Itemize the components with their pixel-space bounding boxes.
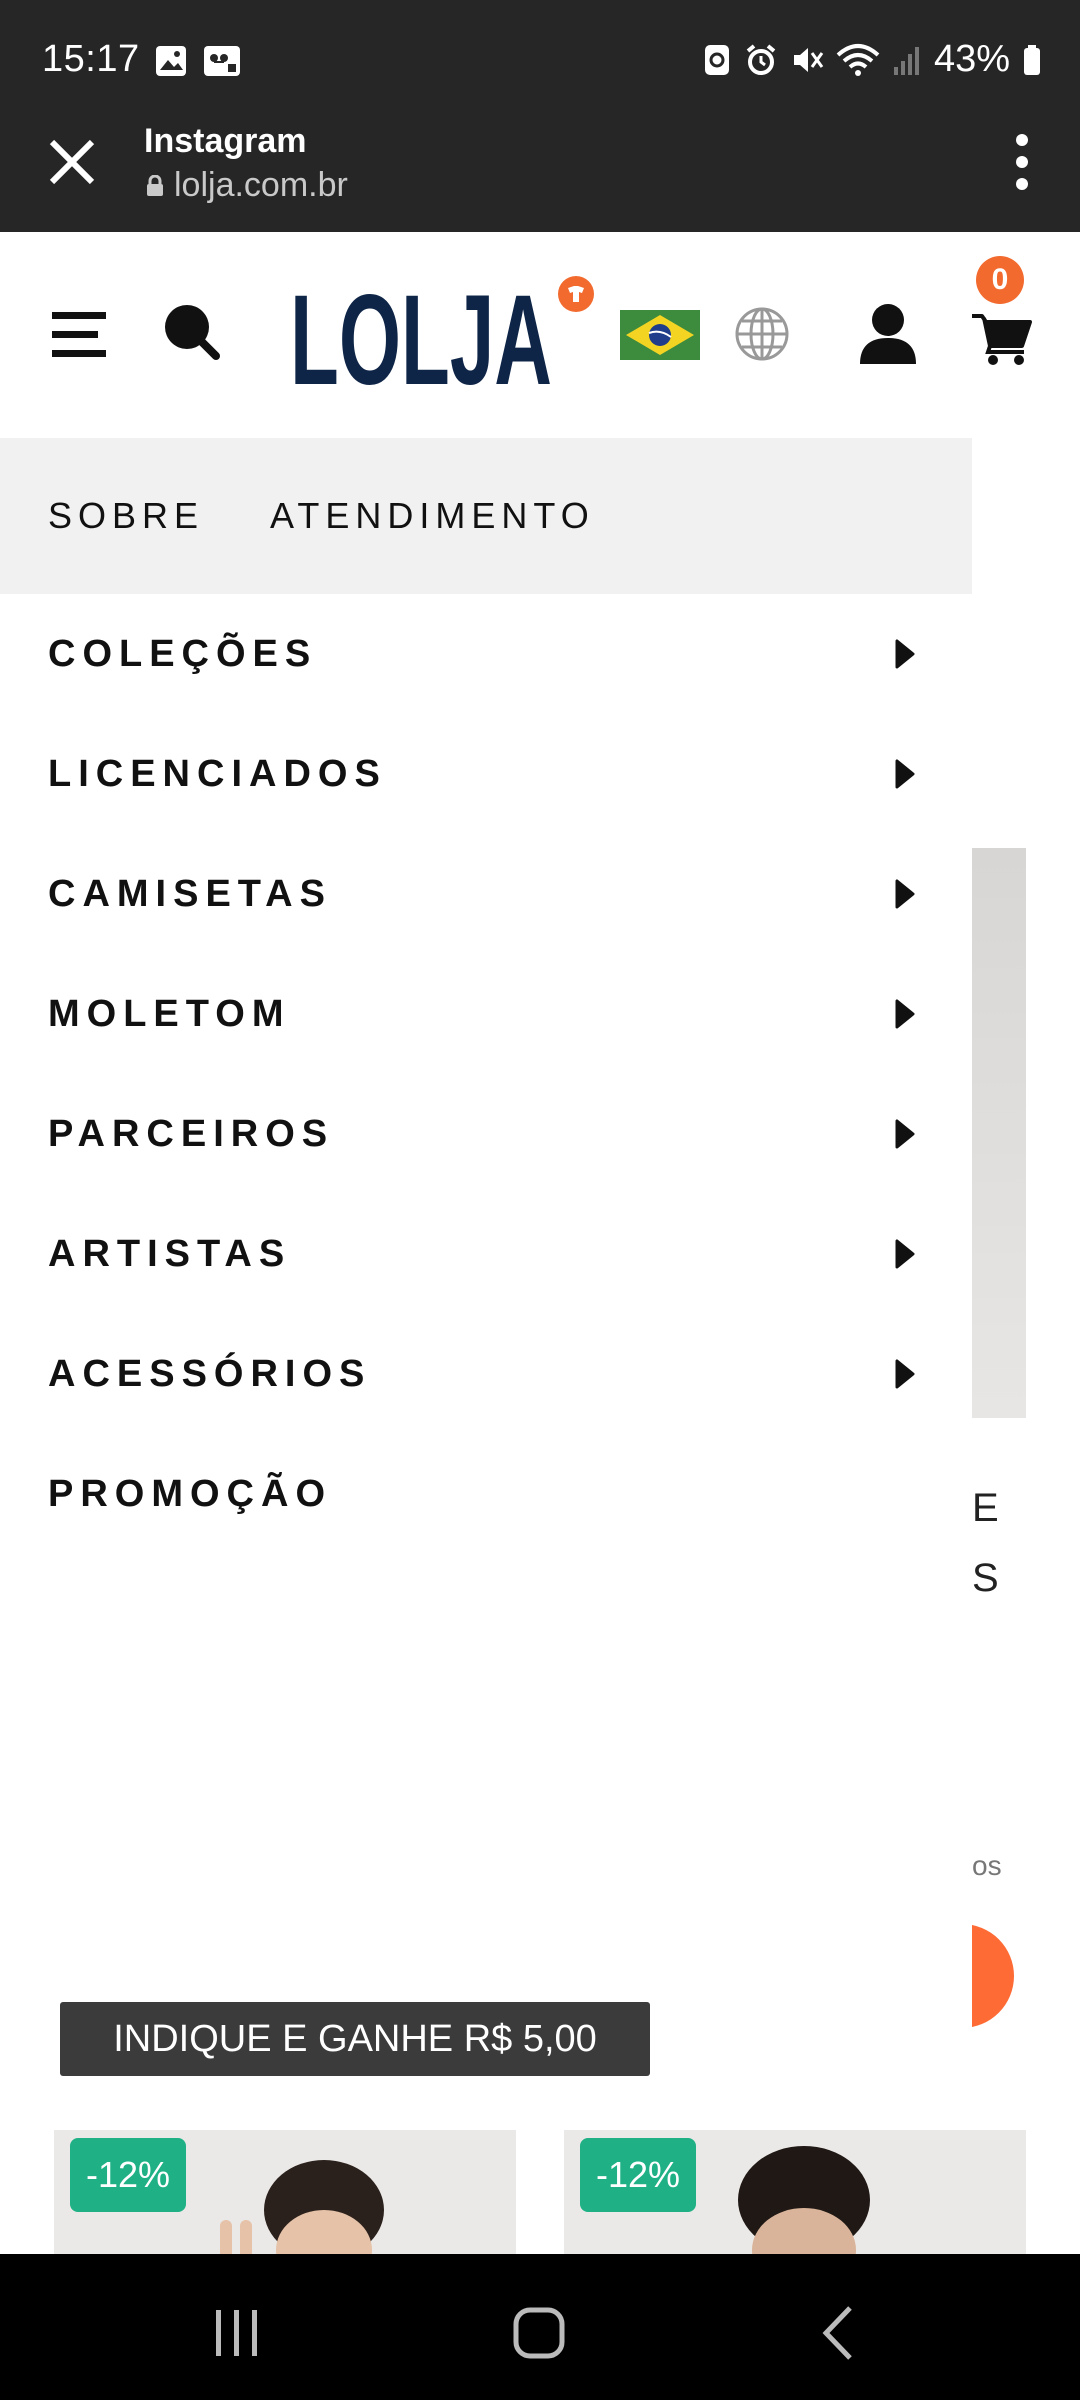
drawer-top-links: SOBRE ATENDIMENTO [0, 438, 972, 594]
menu-item-label: CAMISETAS [48, 872, 332, 915]
discount-badge: -12% [580, 2138, 696, 2212]
menu-item-parceiros[interactable]: PARCEIROS [0, 1074, 972, 1194]
more-options-icon[interactable] [992, 128, 1052, 198]
menu-item-colecoes[interactable]: COLEÇÕES [0, 594, 972, 714]
caret-right-icon[interactable] [894, 639, 916, 669]
url-text: lolja.com.br [174, 166, 348, 204]
caret-right-icon[interactable] [894, 879, 916, 909]
site-header: LOLJA 0 [0, 232, 1080, 438]
background-text-fragment: S [972, 1556, 999, 1600]
language-globe-icon[interactable] [734, 306, 790, 362]
category-menu: COLEÇÕES LICENCIADOS CAMISETAS MOLETOM P… [0, 594, 972, 1554]
menu-item-promocao[interactable]: PROMOÇÃO [0, 1434, 972, 1554]
battery-percent: 43% [933, 38, 1010, 80]
cart-icon[interactable] [972, 310, 1032, 366]
product-grid: -12% -12% [0, 2130, 1080, 2254]
mute-icon [793, 47, 824, 72]
background-text-fragment: os [972, 1850, 1002, 1881]
menu-item-artistas[interactable]: ARTISTAS [0, 1194, 972, 1314]
menu-item-label: PARCEIROS [48, 1112, 335, 1155]
battery-icon [1024, 44, 1040, 75]
background-product-image [972, 848, 1026, 1418]
status-bar: 15:17 43% [0, 0, 1080, 122]
link-atendimento[interactable]: ATENDIMENTO [270, 495, 595, 537]
product-card[interactable]: -12% [564, 2130, 1026, 2254]
logo-text: LOLJA [290, 272, 552, 402]
menu-item-label: COLEÇÕES [48, 632, 318, 675]
browser-url[interactable]: lolja.com.br [146, 166, 348, 205]
caret-right-icon[interactable] [894, 999, 916, 1029]
alarm-icon [746, 43, 776, 75]
cart-count-badge: 0 [976, 256, 1024, 304]
caret-right-icon[interactable] [894, 1119, 916, 1149]
brazil-flag-icon[interactable] [620, 310, 700, 360]
system-nav-bar [0, 2254, 1080, 2400]
background-page: E S os [934, 438, 1080, 2254]
wifi-icon [836, 43, 880, 76]
brand-logo[interactable]: LOLJA [290, 269, 600, 412]
search-icon[interactable] [162, 302, 220, 360]
logo-graphic: LOLJA [290, 269, 594, 412]
menu-item-label: ARTISTAS [48, 1232, 292, 1275]
menu-item-acessorios[interactable]: ACESSÓRIOS [0, 1314, 972, 1434]
voicemail-icon [204, 46, 240, 76]
home-icon[interactable] [504, 2298, 574, 2368]
product-card[interactable]: -12% [54, 2130, 516, 2254]
menu-item-label: PROMOÇÃO [48, 1472, 332, 1515]
menu-item-licenciados[interactable]: LICENCIADOS [0, 714, 972, 834]
link-sobre[interactable]: SOBRE [48, 495, 204, 537]
menu-icon[interactable] [52, 310, 106, 360]
lock-icon [147, 174, 163, 196]
nfc-icon [704, 44, 729, 75]
gallery-icon [156, 46, 186, 76]
referral-banner[interactable]: INDIQUE E GANHE R$ 5,00 [60, 2002, 650, 2076]
discount-badge: -12% [70, 2138, 186, 2212]
menu-item-camisetas[interactable]: CAMISETAS [0, 834, 972, 954]
navigation-drawer: SOBRE ATENDIMENTO COLEÇÕES LICENCIADOS C… [0, 438, 972, 2254]
recent-apps-icon[interactable] [202, 2298, 272, 2368]
menu-item-label: LICENCIADOS [48, 752, 387, 795]
product-photo [738, 2146, 870, 2254]
product-photo [220, 2160, 384, 2254]
browser-toolbar: Instagram lolja.com.br [0, 122, 1080, 232]
back-icon[interactable] [806, 2298, 876, 2368]
background-text-fragment: E [972, 1486, 999, 1530]
menu-item-label: ACESSÓRIOS [48, 1352, 372, 1395]
status-time: 15:17 [42, 38, 140, 80]
caret-right-icon[interactable] [894, 759, 916, 789]
menu-item-moletom[interactable]: MOLETOM [0, 954, 972, 1074]
menu-item-label: MOLETOM [48, 992, 291, 1035]
caret-right-icon[interactable] [894, 1359, 916, 1389]
caret-right-icon[interactable] [894, 1239, 916, 1269]
browser-title: Instagram [144, 122, 307, 160]
user-account-icon[interactable] [858, 302, 918, 366]
signal-icon [893, 46, 919, 75]
close-icon[interactable] [44, 134, 100, 190]
